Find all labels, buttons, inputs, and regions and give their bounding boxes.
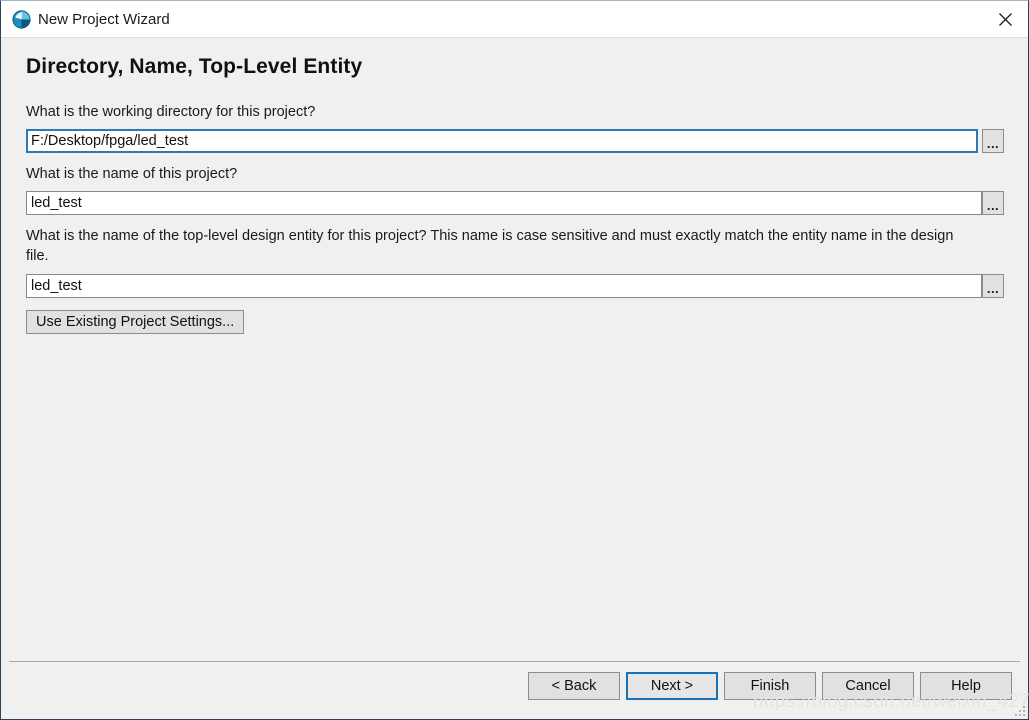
label-working-directory: What is the working directory for this p… (26, 104, 316, 120)
ellipsis-icon: ... (986, 198, 1000, 213)
top-level-entity-input[interactable] (26, 274, 982, 298)
working-directory-browse-button[interactable]: ... (982, 129, 1004, 153)
help-button[interactable]: Help (920, 672, 1012, 700)
title-bar: New Project Wizard (1, 1, 1028, 38)
ellipsis-icon: ... (986, 281, 1000, 296)
back-button[interactable]: < Back (528, 672, 620, 700)
close-icon[interactable] (983, 1, 1028, 37)
cancel-button[interactable]: Cancel (822, 672, 914, 700)
dialog-content: Directory, Name, Top-Level Entity What i… (1, 38, 1028, 719)
project-name-input[interactable] (26, 191, 982, 215)
window-title: New Project Wizard (38, 11, 170, 28)
top-level-entity-browse-button[interactable]: ... (982, 274, 1004, 298)
page-title: Directory, Name, Top-Level Entity (26, 55, 363, 78)
new-project-wizard-dialog: New Project Wizard Directory, Name, Top-… (0, 0, 1029, 720)
resize-grip[interactable] (1012, 703, 1025, 716)
project-name-browse-button[interactable]: ... (982, 191, 1004, 215)
label-project-name: What is the name of this project? (26, 166, 238, 182)
dialog-button-bar: < Back Next > Finish Cancel Help (528, 672, 1012, 702)
next-button[interactable]: Next > (626, 672, 718, 700)
footer-divider (9, 661, 1020, 662)
label-top-level-entity: What is the name of the top-level design… (26, 228, 954, 264)
ellipsis-icon: ... (986, 136, 1000, 151)
quartus-globe-icon (12, 10, 31, 29)
working-directory-input[interactable] (26, 129, 978, 153)
finish-button[interactable]: Finish (724, 672, 816, 700)
use-existing-project-settings-button[interactable]: Use Existing Project Settings... (26, 310, 245, 334)
